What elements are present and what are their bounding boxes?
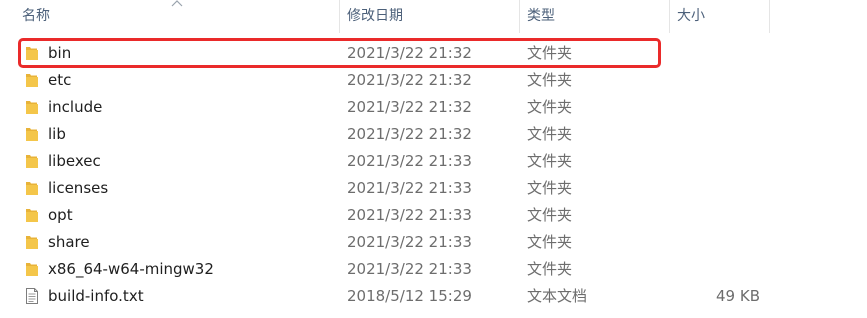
column-header-date[interactable]: 修改日期	[325, 0, 520, 33]
file-date: 2021/3/22 21:32	[347, 98, 472, 116]
file-type: 文件夹	[527, 98, 573, 116]
file-name: licenses	[48, 179, 109, 197]
folder-icon	[25, 72, 39, 88]
file-type: 文件夹	[527, 152, 573, 170]
file-row[interactable]: x86_64-w64-mingw32 2021/3/22 21:33 文件夹	[0, 256, 867, 283]
file-row[interactable]: licenses 2021/3/22 21:33 文件夹	[0, 175, 867, 202]
folder-icon	[25, 126, 39, 142]
folder-icon	[25, 207, 39, 223]
file-name: include	[48, 98, 103, 116]
column-header-type[interactable]: 类型	[505, 0, 670, 33]
file-date: 2021/3/22 21:32	[347, 44, 472, 62]
file-date: 2018/5/12 15:29	[347, 287, 472, 305]
file-date: 2021/3/22 21:32	[347, 71, 472, 89]
file-row[interactable]: share 2021/3/22 21:33 文件夹	[0, 229, 867, 256]
file-name: share	[48, 233, 90, 251]
text-file-icon	[25, 288, 39, 304]
folder-icon	[25, 261, 39, 277]
file-type: 文件夹	[527, 125, 573, 143]
file-size: 49 KB	[716, 287, 760, 305]
file-date: 2021/3/22 21:33	[347, 179, 472, 197]
file-type: 文件夹	[527, 206, 573, 224]
folder-icon	[25, 153, 39, 169]
file-name: x86_64-w64-mingw32	[48, 260, 214, 278]
file-date: 2021/3/22 21:33	[347, 206, 472, 224]
file-type: 文件夹	[527, 179, 573, 197]
file-type: 文本文档	[527, 287, 588, 305]
file-type: 文件夹	[527, 233, 573, 251]
column-header: 名称 修改日期 类型 大小	[0, 0, 867, 33]
column-divider[interactable]	[769, 0, 770, 33]
folder-icon	[25, 234, 39, 250]
file-name: opt	[48, 206, 73, 224]
file-type: 文件夹	[527, 71, 573, 89]
file-row[interactable]: opt 2021/3/22 21:33 文件夹	[0, 202, 867, 229]
file-type: 文件夹	[527, 44, 573, 62]
folder-icon	[25, 180, 39, 196]
file-name: etc	[48, 71, 72, 89]
file-name: build-info.txt	[48, 287, 144, 305]
file-date: 2021/3/22 21:32	[347, 125, 472, 143]
file-row[interactable]: libexec 2021/3/22 21:33 文件夹	[0, 148, 867, 175]
file-date: 2021/3/22 21:33	[347, 152, 472, 170]
file-row[interactable]: etc 2021/3/22 21:32 文件夹	[0, 67, 867, 94]
file-type: 文件夹	[527, 260, 573, 278]
folder-icon	[25, 45, 39, 61]
file-date: 2021/3/22 21:33	[347, 233, 472, 251]
file-row[interactable]: lib 2021/3/22 21:32 文件夹	[0, 121, 867, 148]
file-row[interactable]: build-info.txt 2018/5/12 15:29 文本文档 49 KB	[0, 283, 867, 310]
file-name: lib	[48, 125, 66, 143]
file-name: bin	[48, 44, 72, 62]
folder-icon	[25, 99, 39, 115]
file-name: libexec	[48, 152, 101, 170]
file-row[interactable]: bin 2021/3/22 21:32 文件夹	[0, 40, 867, 67]
column-header-size[interactable]: 大小	[655, 0, 770, 33]
column-header-name[interactable]: 名称	[0, 0, 340, 33]
file-date: 2021/3/22 21:33	[347, 260, 472, 278]
file-row[interactable]: include 2021/3/22 21:32 文件夹	[0, 94, 867, 121]
